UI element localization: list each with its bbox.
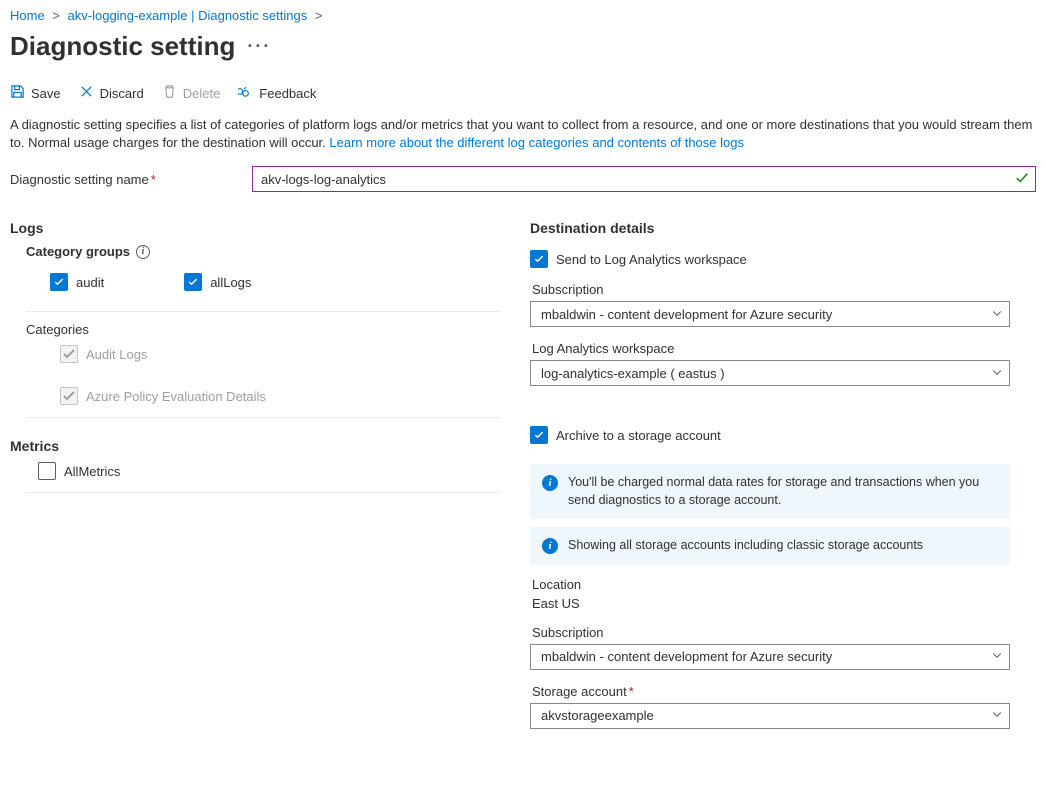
- laworkspace-label: Log Analytics workspace: [532, 341, 1036, 356]
- archive-storage-label: Archive to a storage account: [556, 428, 721, 443]
- alllogs-label: allLogs: [210, 275, 251, 290]
- learn-more-link[interactable]: Learn more about the different log categ…: [329, 135, 744, 150]
- description-text: A diagnostic setting specifies a list of…: [10, 116, 1036, 152]
- save-button[interactable]: Save: [10, 84, 61, 102]
- subscription2-select[interactable]: mbaldwin - content development for Azure…: [530, 644, 1010, 670]
- allmetrics-checkbox[interactable]: [38, 462, 56, 480]
- category-groups-heading: Category groups i: [26, 244, 500, 259]
- destination-heading: Destination details: [530, 220, 1036, 236]
- audit-checkbox[interactable]: [50, 273, 68, 291]
- feedback-button[interactable]: Feedback: [238, 84, 316, 102]
- close-icon: [79, 84, 94, 102]
- info-icon: i: [542, 538, 558, 554]
- info-icon: i: [542, 475, 558, 491]
- page-title-text: Diagnostic setting: [10, 31, 235, 62]
- storage-charge-text: You'll be charged normal data rates for …: [568, 474, 998, 509]
- divider: [26, 492, 500, 493]
- required-asterisk: *: [151, 172, 156, 187]
- breadcrumb-resource[interactable]: akv-logging-example | Diagnostic setting…: [68, 8, 308, 23]
- save-icon: [10, 84, 25, 102]
- delete-button: Delete: [162, 84, 221, 102]
- laworkspace-select[interactable]: log-analytics-example ( eastus ): [530, 360, 1010, 386]
- setting-name-row: Diagnostic setting name*: [10, 166, 1036, 192]
- chevron-right-icon: >: [315, 8, 323, 23]
- valid-check-icon: [1015, 171, 1029, 188]
- chevron-right-icon: >: [52, 8, 60, 23]
- chevron-down-icon: [991, 307, 1003, 322]
- setting-name-input-wrap[interactable]: [252, 166, 1036, 192]
- chevron-down-icon: [991, 649, 1003, 664]
- categories-label: Categories: [26, 322, 500, 337]
- allmetrics-label: AllMetrics: [64, 464, 120, 479]
- divider: [26, 311, 500, 312]
- setting-name-input[interactable]: [259, 171, 1015, 188]
- info-icon[interactable]: i: [136, 245, 150, 259]
- location-value: East US: [532, 596, 1036, 611]
- subscription-label: Subscription: [532, 282, 1036, 297]
- location-label: Location: [532, 577, 1036, 592]
- storageaccount-value: akvstorageexample: [541, 708, 654, 723]
- divider: [26, 417, 500, 418]
- subscription-select[interactable]: mbaldwin - content development for Azure…: [530, 301, 1010, 327]
- send-loganalytics-label: Send to Log Analytics workspace: [556, 252, 747, 267]
- archive-storage-checkbox[interactable]: [530, 426, 548, 444]
- breadcrumb-home[interactable]: Home: [10, 8, 45, 23]
- storage-classic-text: Showing all storage accounts including c…: [568, 537, 923, 555]
- logs-heading: Logs: [10, 220, 500, 236]
- storageaccount-label: Storage account*: [532, 684, 1036, 699]
- destination-panel: Destination details Send to Log Analytic…: [530, 208, 1036, 729]
- subscription-value: mbaldwin - content development for Azure…: [541, 307, 832, 322]
- chevron-down-icon: [991, 708, 1003, 723]
- toolbar: Save Discard Delete Feedback: [10, 80, 1036, 116]
- storage-classic-banner: i Showing all storage accounts including…: [530, 527, 1010, 565]
- storage-charge-banner: i You'll be charged normal data rates fo…: [530, 464, 1010, 519]
- discard-label: Discard: [100, 86, 144, 101]
- chevron-down-icon: [991, 366, 1003, 381]
- breadcrumb: Home > akv-logging-example | Diagnostic …: [10, 6, 1036, 31]
- page-title: Diagnostic setting ···: [10, 31, 1036, 62]
- laworkspace-value: log-analytics-example ( eastus ): [541, 366, 725, 381]
- subscription2-label: Subscription: [532, 625, 1036, 640]
- azurepolicy-label: Azure Policy Evaluation Details: [86, 389, 266, 404]
- azurepolicy-checkbox: [60, 387, 78, 405]
- setting-name-label: Diagnostic setting name*: [10, 172, 240, 187]
- delete-label: Delete: [183, 86, 221, 101]
- required-asterisk: *: [629, 684, 634, 699]
- feedback-icon: [238, 84, 253, 102]
- alllogs-checkbox[interactable]: [184, 273, 202, 291]
- storageaccount-select[interactable]: akvstorageexample: [530, 703, 1010, 729]
- audit-label: audit: [76, 275, 104, 290]
- feedback-label: Feedback: [259, 86, 316, 101]
- metrics-heading: Metrics: [10, 438, 500, 454]
- auditlogs-checkbox: [60, 345, 78, 363]
- auditlogs-label: Audit Logs: [86, 347, 147, 362]
- logs-panel: Logs Category groups i audit allLogs Cat…: [10, 208, 500, 729]
- subscription2-value: mbaldwin - content development for Azure…: [541, 649, 832, 664]
- more-actions-button[interactable]: ···: [247, 36, 271, 57]
- discard-button[interactable]: Discard: [79, 84, 144, 102]
- trash-icon: [162, 84, 177, 102]
- save-label: Save: [31, 86, 61, 101]
- send-loganalytics-checkbox[interactable]: [530, 250, 548, 268]
